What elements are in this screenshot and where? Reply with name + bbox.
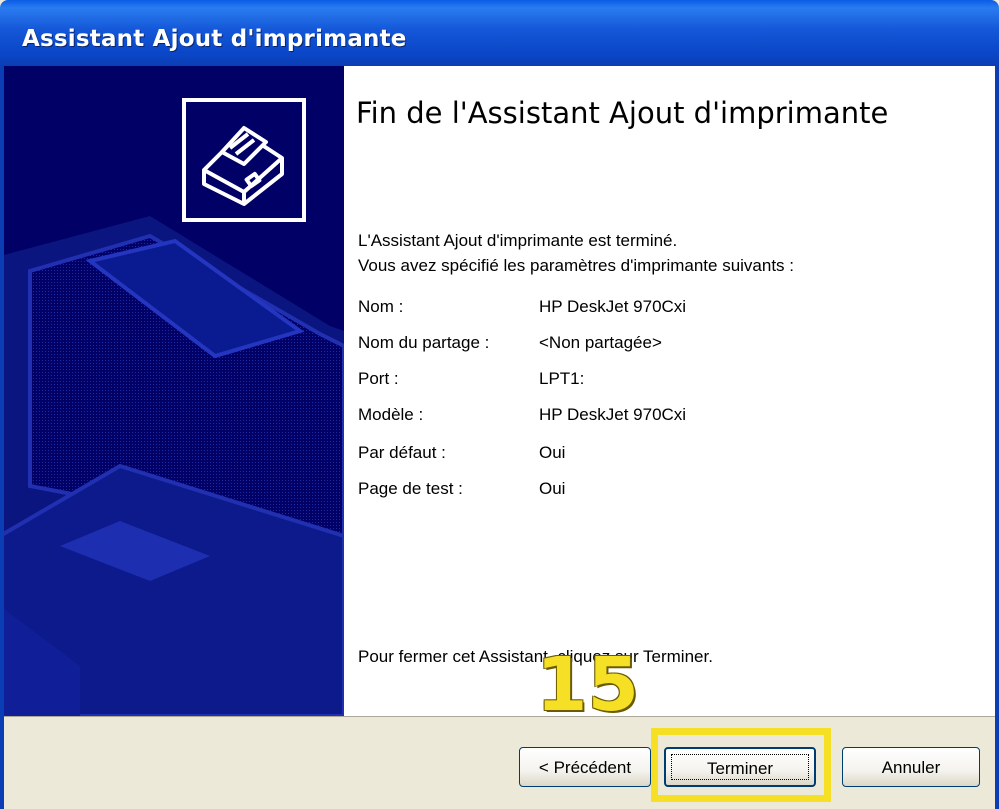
settings-value: Oui [539, 479, 566, 498]
settings-label: Par défaut : [358, 443, 446, 462]
page-title: Fin de l'Assistant Ajout d'imprimante [356, 96, 889, 130]
settings-label: Nom du partage : [358, 333, 490, 352]
title-bar[interactable]: Assistant Ajout d'imprimante [0, 0, 999, 66]
settings-label: Nom : [358, 297, 404, 316]
step-number-annotation: 15 [536, 642, 639, 728]
settings-label: Modèle : [358, 405, 424, 424]
settings-label: Port : [358, 369, 399, 388]
settings-value: HP DeskJet 970Cxi [539, 405, 687, 424]
settings-value: Oui [539, 443, 566, 462]
step-highlight-box [651, 728, 831, 802]
window-border-right [995, 66, 999, 809]
window-title: Assistant Ajout d'imprimante [22, 26, 407, 52]
wizard-content [344, 66, 995, 716]
back-button[interactable]: < Précédent [519, 747, 651, 787]
settings-value: HP DeskJet 970Cxi [539, 297, 687, 316]
settings-value: LPT1: [539, 369, 585, 388]
settings-value: <Non partagée> [539, 333, 662, 352]
intro-text: L'Assistant Ajout d'imprimante est termi… [358, 228, 794, 278]
cancel-button[interactable]: Annuler [842, 747, 980, 787]
intro-line-2: Vous avez spécifié les paramètres d'impr… [358, 256, 794, 275]
intro-line-1: L'Assistant Ajout d'imprimante est termi… [358, 231, 678, 250]
settings-label: Page de test : [358, 479, 463, 498]
printer-icon [182, 98, 306, 222]
window-border-left [0, 66, 4, 809]
